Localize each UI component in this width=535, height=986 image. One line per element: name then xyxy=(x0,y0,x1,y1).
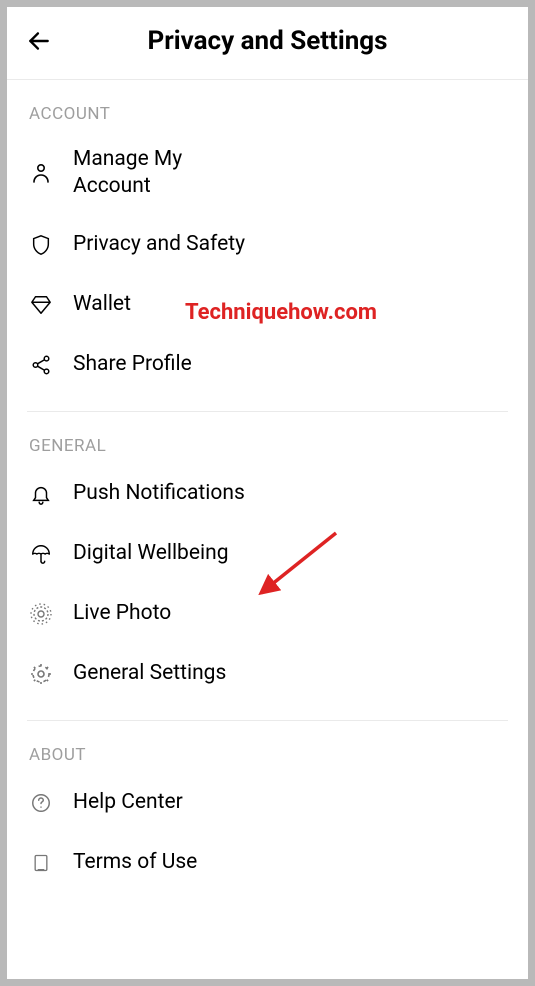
item-digital-wellbeing[interactable]: Digital Wellbeing xyxy=(27,524,508,584)
umbrella-icon xyxy=(27,540,55,568)
diamond-icon xyxy=(27,291,55,319)
item-label: Push Notifications xyxy=(73,480,245,507)
person-icon xyxy=(27,159,55,187)
item-label: Manage My Account xyxy=(73,146,223,201)
item-label: Share Profile xyxy=(73,351,192,378)
section-general: GENERAL Push Notifications Digital Wellb… xyxy=(7,412,528,721)
section-header-general: GENERAL xyxy=(27,412,508,464)
section-header-about: ABOUT xyxy=(27,721,508,773)
settings-screen: Privacy and Settings ACCOUNT Manage My A… xyxy=(7,7,528,979)
item-label: Digital Wellbeing xyxy=(73,540,228,567)
item-general-settings[interactable]: General Settings xyxy=(27,644,508,704)
header: Privacy and Settings xyxy=(7,7,528,80)
live-photo-icon xyxy=(27,600,55,628)
section-about: ABOUT Help Center Terms of Use xyxy=(7,721,528,893)
section-header-account: ACCOUNT xyxy=(27,80,508,132)
item-label: Wallet xyxy=(73,291,131,318)
item-manage-account[interactable]: Manage My Account xyxy=(27,132,508,215)
page-title: Privacy and Settings xyxy=(55,26,480,56)
item-push-notifications[interactable]: Push Notifications xyxy=(27,464,508,524)
shield-icon xyxy=(27,231,55,259)
item-label: Help Center xyxy=(73,789,183,816)
item-label: Live Photo xyxy=(73,600,171,627)
item-share-profile[interactable]: Share Profile xyxy=(27,335,508,395)
item-label: Privacy and Safety xyxy=(73,231,245,258)
help-icon xyxy=(27,789,55,817)
item-live-photo[interactable]: Live Photo xyxy=(27,584,508,644)
share-icon xyxy=(27,351,55,379)
item-wallet[interactable]: Wallet xyxy=(27,275,508,335)
section-account: ACCOUNT Manage My Account Privacy and Sa… xyxy=(7,80,528,412)
document-icon xyxy=(27,849,55,877)
gear-icon xyxy=(27,660,55,688)
arrow-left-icon xyxy=(26,28,52,54)
item-label: Terms of Use xyxy=(73,849,197,876)
item-label: General Settings xyxy=(73,660,226,687)
bell-icon xyxy=(27,480,55,508)
item-terms-of-use[interactable]: Terms of Use xyxy=(27,833,508,893)
item-help-center[interactable]: Help Center xyxy=(27,773,508,833)
item-privacy-safety[interactable]: Privacy and Safety xyxy=(27,215,508,275)
back-button[interactable] xyxy=(23,25,55,57)
